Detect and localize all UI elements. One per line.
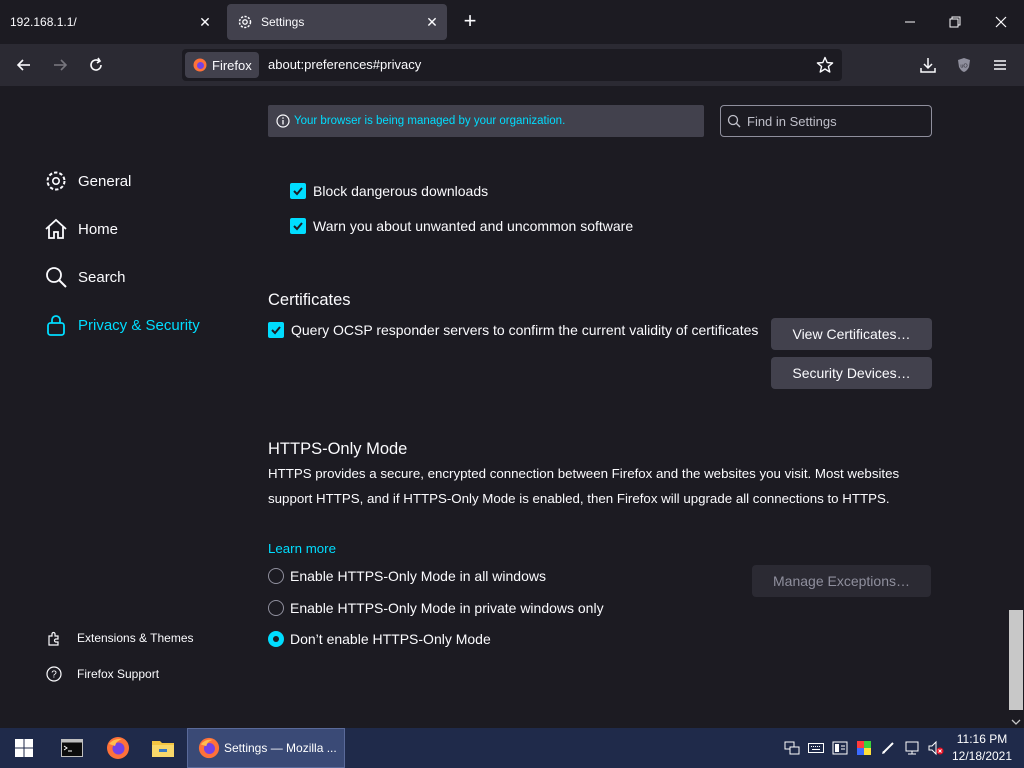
pen-tablet-icon[interactable] <box>880 740 896 756</box>
svg-text:?: ? <box>51 670 57 681</box>
close-window-icon[interactable] <box>987 8 1015 36</box>
bookmark-star-icon[interactable] <box>816 56 834 74</box>
ublock-origin-icon[interactable]: uO <box>952 53 976 77</box>
taskbar-firefox-window[interactable]: Settings — Mozilla ... <box>187 728 345 768</box>
scrollbar-thumb[interactable] <box>1009 610 1023 710</box>
puzzle-icon <box>46 630 62 646</box>
downloads-icon[interactable] <box>916 53 940 77</box>
tab-title: Settings <box>261 15 305 29</box>
lock-icon <box>44 313 68 337</box>
restore-icon[interactable] <box>941 8 969 36</box>
radio-indicator <box>268 568 284 584</box>
volume-muted-icon[interactable] <box>928 740 944 756</box>
tab-strip: 192.168.1.1/ ✕ Settings ✕ + <box>0 0 1024 44</box>
taskbar-window-title: Settings — Mozilla ... <box>224 741 337 755</box>
https-only-disabled-radio[interactable]: Don’t enable HTTPS-Only Mode <box>268 631 491 647</box>
new-tab-button[interactable]: + <box>458 10 482 34</box>
find-in-settings-placeholder: Find in Settings <box>747 113 837 129</box>
windows-start-icon[interactable] <box>8 732 40 764</box>
learn-more-link[interactable]: Learn more <box>268 541 336 556</box>
sidebar-extensions-themes[interactable]: Extensions & Themes <box>46 628 194 648</box>
search-icon <box>44 265 68 289</box>
block-dangerous-downloads-checkbox[interactable]: Block dangerous downloads <box>290 183 488 199</box>
ocsp-checkbox[interactable]: Query OCSP responder servers to confirm … <box>268 322 758 338</box>
identity-box[interactable]: Firefox <box>185 52 259 78</box>
firefox-logo-icon <box>193 58 207 72</box>
identity-label: Firefox <box>212 57 252 73</box>
sidebar-footer-label: Extensions & Themes <box>77 631 194 645</box>
sidebar-footer-label: Firefox Support <box>77 667 160 681</box>
terminal-icon[interactable] <box>56 732 88 764</box>
sidebar-item-search[interactable]: Search <box>44 261 126 293</box>
checkbox-label: Warn you about unwanted and uncommon sof… <box>313 218 634 234</box>
sidebar-item-privacy-security[interactable]: Privacy & Security <box>44 309 200 341</box>
https-only-heading: HTTPS-Only Mode <box>268 440 408 458</box>
keyboard-icon[interactable] <box>808 740 824 756</box>
sidebar-item-general[interactable]: General <box>44 165 131 197</box>
info-icon <box>276 114 290 128</box>
color-palette-icon[interactable] <box>856 740 872 756</box>
radio-label: Enable HTTPS-Only Mode in all windows <box>290 568 546 584</box>
tab-title: 192.168.1.1/ <box>10 15 77 29</box>
https-only-private-windows-radio[interactable]: Enable HTTPS-Only Mode in private window… <box>268 600 604 616</box>
network-share-icon[interactable] <box>784 740 800 756</box>
scroll-down-arrow-icon[interactable] <box>1011 714 1021 725</box>
https-only-description: HTTPS provides a secure, encrypted conne… <box>268 466 900 506</box>
security-devices-button[interactable]: Security Devices… <box>771 357 932 389</box>
sidebar-item-label: General <box>78 172 132 190</box>
checkmark-icon <box>290 183 306 199</box>
sidebar-item-label: Home <box>78 220 119 238</box>
back-arrow-icon[interactable] <box>12 53 36 77</box>
home-icon <box>44 217 68 241</box>
managed-policy-text: Your browser is being managed by your or… <box>294 115 566 127</box>
navigation-toolbar: Firefox about:preferences#privacy uO <box>0 44 1024 86</box>
manage-exceptions-button[interactable]: Manage Exceptions… <box>752 565 931 597</box>
url-bar[interactable]: Firefox about:preferences#privacy <box>182 49 842 81</box>
system-clock[interactable]: 11:16 PM 12/18/2021 <box>944 731 1020 765</box>
sidebar-firefox-support[interactable]: ? Firefox Support <box>46 664 159 684</box>
windows-taskbar: Settings — Mozilla ... 11:16 PM 12/18/20… <box>0 728 1024 768</box>
help-icon: ? <box>46 666 62 682</box>
url-text[interactable]: about:preferences#privacy <box>268 57 421 72</box>
https-only-all-windows-radio[interactable]: Enable HTTPS-Only Mode in all windows <box>268 568 546 584</box>
close-tab-icon[interactable]: ✕ <box>423 13 441 31</box>
find-in-settings-input[interactable]: Find in Settings <box>720 105 932 137</box>
svg-text:uO: uO <box>960 64 968 70</box>
radio-label: Enable HTTPS-Only Mode in private window… <box>290 600 604 616</box>
radio-indicator <box>268 631 284 647</box>
sidebar-item-home[interactable]: Home <box>44 213 118 245</box>
sidebar-item-label: Search <box>78 268 126 286</box>
radio-indicator <box>268 600 284 616</box>
tab-settings[interactable]: Settings ✕ <box>227 4 447 40</box>
firefox-logo-icon <box>198 737 220 759</box>
checkbox-label: Query OCSP responder servers to confirm … <box>291 322 759 338</box>
forward-arrow-icon[interactable] <box>48 53 72 77</box>
menu-hamburger-icon[interactable] <box>988 53 1012 77</box>
checkbox-label: Block dangerous downloads <box>313 183 489 199</box>
tab-router[interactable]: 192.168.1.1/ ✕ <box>0 4 220 40</box>
managed-policy-banner[interactable]: Your browser is being managed by your or… <box>268 105 704 137</box>
certificates-heading: Certificates <box>268 291 351 309</box>
reload-icon[interactable] <box>84 53 108 77</box>
warn-unwanted-software-checkbox[interactable]: Warn you about unwanted and uncommon sof… <box>290 218 633 234</box>
firefox-taskbar-icon[interactable] <box>102 732 134 764</box>
minimize-icon[interactable] <box>896 8 924 36</box>
search-icon <box>727 114 741 128</box>
view-certificates-button[interactable]: View Certificates… <box>771 318 932 350</box>
checkmark-icon <box>290 218 306 234</box>
network-icon[interactable] <box>904 740 920 756</box>
clock-time: 11:16 PM <box>956 732 1008 746</box>
close-tab-icon[interactable]: ✕ <box>196 13 214 31</box>
clock-date: 12/18/2021 <box>951 749 1013 763</box>
checkmark-icon <box>268 322 284 338</box>
file-explorer-icon[interactable] <box>147 732 179 764</box>
sidebar-item-label: Privacy & Security <box>78 316 200 334</box>
display-settings-icon[interactable] <box>832 740 848 756</box>
radio-label: Don’t enable HTTPS-Only Mode <box>290 631 491 647</box>
settings-page: General Home Search Privacy & Security E… <box>0 86 1024 728</box>
gear-icon <box>237 14 253 30</box>
gear-icon <box>44 169 68 193</box>
